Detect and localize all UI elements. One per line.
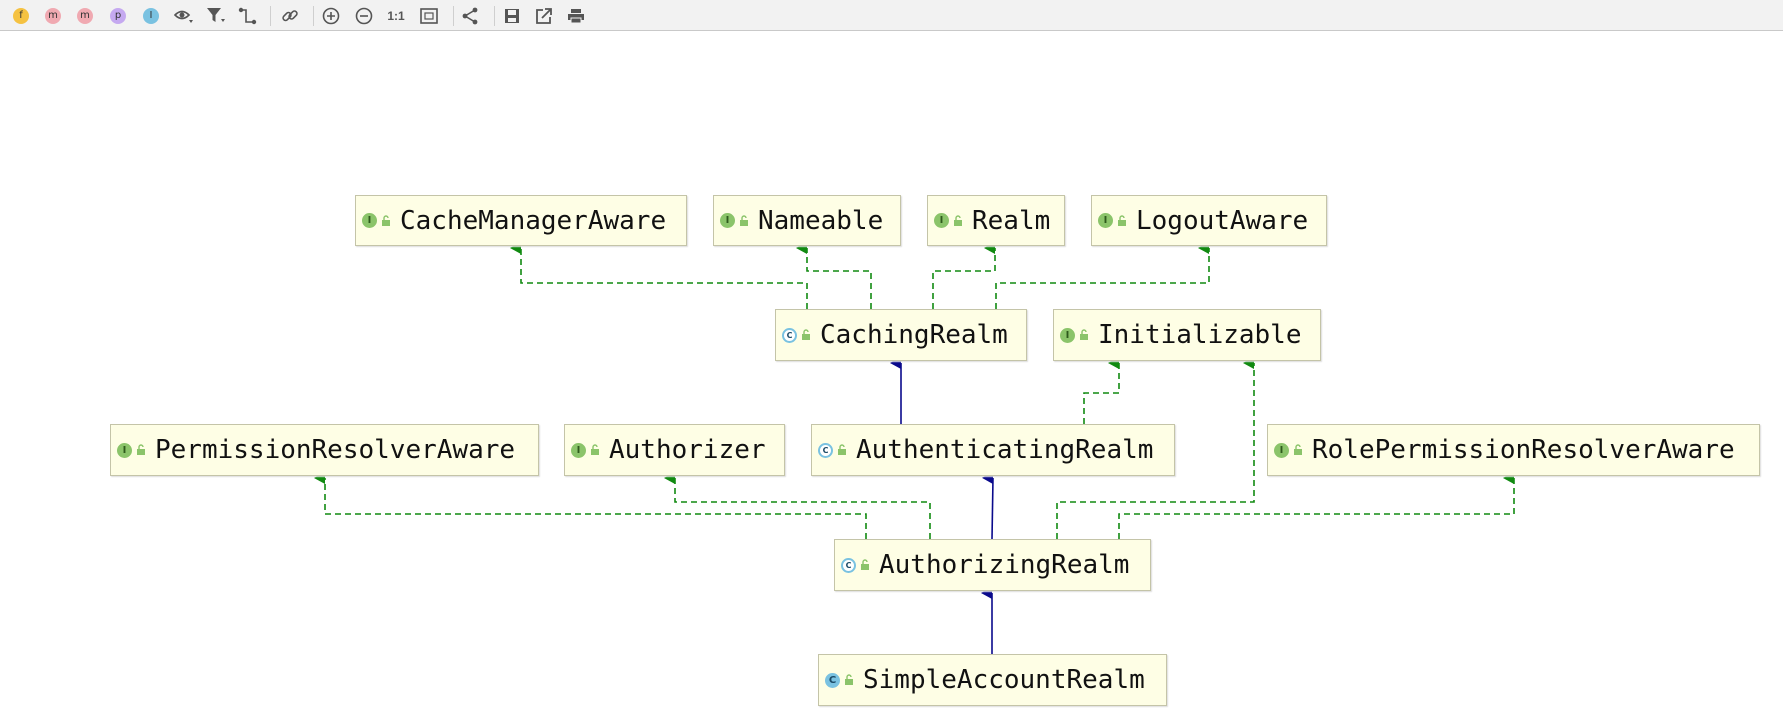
- public-lock-icon: [382, 214, 390, 226]
- edge-authorizingrealm-rolepermissionresolveraware: [1118, 472, 1515, 539]
- fit-content-button[interactable]: [419, 6, 439, 26]
- node-nameable[interactable]: I Nameable: [713, 195, 901, 246]
- node-label: Authorizer: [609, 435, 766, 465]
- edge-cachingrealm-cachemanageraware: [510, 242, 808, 309]
- interface-icon: I: [117, 442, 132, 458]
- node-realm[interactable]: I Realm: [927, 195, 1065, 246]
- public-lock-icon: [740, 214, 748, 226]
- node-logout-aware[interactable]: I LogoutAware: [1091, 195, 1327, 246]
- edge-cachingrealm-logoutaware: [995, 242, 1210, 309]
- edge-authorizingrealm-authorizer: [664, 472, 931, 539]
- public-lock-icon: [1118, 214, 1126, 226]
- node-authorizer[interactable]: I Authorizer: [564, 424, 785, 476]
- abstract-class-icon: C: [818, 442, 833, 458]
- p-properties-icon: p: [110, 8, 126, 24]
- interface-icon: I: [934, 213, 949, 228]
- node-label: Initializable: [1098, 320, 1302, 350]
- node-label: CachingRealm: [820, 320, 1008, 350]
- m-constructors-icon: m: [45, 8, 61, 24]
- node-cache-manager-aware[interactable]: I CacheManagerAware: [355, 195, 687, 246]
- edge-routing-button[interactable]: [238, 6, 258, 26]
- i-inner-classes-icon: I: [143, 8, 159, 24]
- export-button[interactable]: [534, 6, 554, 26]
- interface-icon: I: [1060, 327, 1075, 343]
- f-fields-icon: f: [13, 8, 29, 24]
- public-lock-icon: [954, 214, 962, 226]
- filter-button[interactable]: [206, 6, 226, 26]
- abstract-class-icon: C: [782, 327, 797, 343]
- layout-button[interactable]: [460, 6, 480, 26]
- interface-icon: I: [362, 213, 377, 228]
- node-label: CacheManagerAware: [400, 205, 667, 236]
- node-label: AuthenticatingRealm: [856, 435, 1154, 465]
- print-icon: [568, 9, 584, 24]
- node-label: Realm: [972, 205, 1051, 236]
- export-icon: [536, 8, 552, 24]
- public-lock-icon: [591, 444, 599, 455]
- edge-authorizingrealm-permissionresolveraware: [314, 472, 867, 539]
- fit-content-icon: [420, 8, 438, 24]
- save-diagram-button[interactable]: [502, 6, 522, 26]
- show-properties-button[interactable]: p: [108, 6, 128, 26]
- eye-icon: [174, 10, 193, 23]
- node-authorizing-realm[interactable]: C AuthorizingRealm: [834, 539, 1151, 591]
- node-permission-resolver-aware[interactable]: I PermissionResolverAware: [110, 424, 539, 476]
- node-authenticating-realm[interactable]: C AuthenticatingRealm: [811, 424, 1175, 476]
- public-lock-icon: [137, 444, 145, 455]
- zoom-in-button[interactable]: [321, 6, 341, 26]
- visibility-filter-button[interactable]: [174, 6, 194, 26]
- public-lock-icon: [1080, 329, 1088, 340]
- node-label: RolePermissionResolverAware: [1312, 435, 1735, 465]
- diagram-toolbar: f m m p I 1:1: [0, 0, 1783, 31]
- actual-size-button[interactable]: 1:1: [385, 6, 407, 26]
- abstract-class-icon: C: [841, 557, 856, 573]
- zoom-out-button[interactable]: [354, 6, 374, 26]
- edge-authorizingrealm-authenticatingrealm: [982, 472, 994, 540]
- edge-authenticatingrealm-initializable: [1083, 357, 1120, 424]
- public-lock-icon: [845, 674, 853, 685]
- node-role-permission-resolver-aware[interactable]: I RolePermissionResolverAware: [1267, 424, 1760, 476]
- link-icon: [282, 10, 298, 22]
- show-constructors-button[interactable]: m: [43, 6, 63, 26]
- print-button[interactable]: [566, 6, 586, 26]
- node-label: Nameable: [758, 205, 884, 236]
- node-initializable[interactable]: I Initializable: [1053, 309, 1321, 361]
- node-simple-account-realm[interactable]: C SimpleAccountRealm: [818, 654, 1167, 706]
- public-lock-icon: [802, 329, 810, 340]
- interface-icon: I: [1274, 442, 1289, 458]
- show-inner-classes-button[interactable]: I: [141, 6, 161, 26]
- node-label: SimpleAccountRealm: [863, 665, 1145, 695]
- public-lock-icon: [838, 444, 846, 455]
- edge-layer: [314, 242, 1515, 654]
- show-methods-button[interactable]: m: [75, 6, 95, 26]
- interface-icon: I: [1098, 213, 1113, 228]
- class-icon: C: [825, 672, 840, 688]
- node-label: AuthorizingRealm: [879, 550, 1130, 580]
- m-methods-icon: m: [77, 8, 93, 24]
- edge-cachingrealm-realm: [932, 242, 996, 309]
- node-caching-realm[interactable]: C CachingRealm: [775, 309, 1027, 361]
- node-label: LogoutAware: [1136, 205, 1309, 236]
- public-lock-icon: [861, 559, 869, 570]
- node-label: PermissionResolverAware: [155, 435, 516, 465]
- share-layout-icon: [462, 7, 478, 25]
- interface-icon: I: [720, 213, 735, 228]
- public-lock-icon: [1294, 444, 1302, 455]
- dependencies-button[interactable]: [280, 6, 300, 26]
- zoom-out-icon: [355, 7, 373, 25]
- show-fields-button[interactable]: f: [11, 6, 31, 26]
- interface-icon: I: [571, 442, 586, 458]
- diagram-canvas[interactable]: I CacheManagerAware I Nameable I Realm I…: [0, 31, 1783, 728]
- save-icon: [505, 9, 519, 23]
- edge-cachingrealm-nameable: [796, 242, 872, 309]
- actual-size-label: 1:1: [387, 9, 405, 23]
- zoom-in-icon: [322, 7, 340, 25]
- funnel-icon: [207, 8, 225, 22]
- route-icon: [238, 7, 257, 25]
